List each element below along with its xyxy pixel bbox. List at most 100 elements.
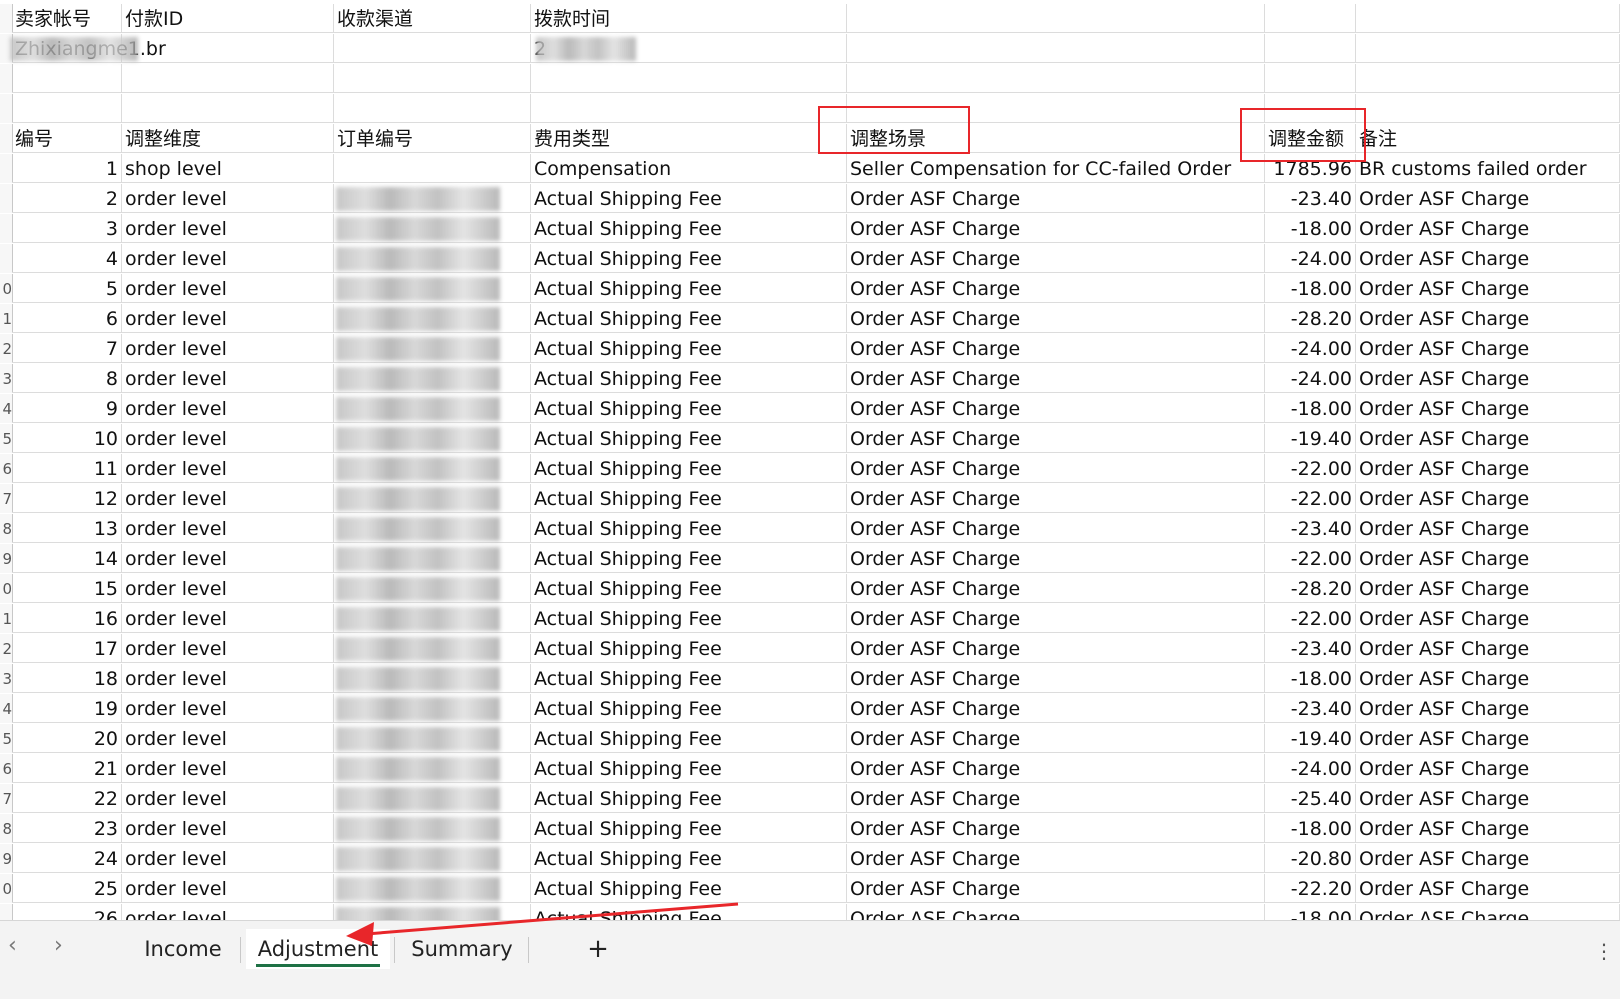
adjust-scene-cell[interactable]: Order ASF Charge — [847, 394, 1265, 423]
col-f-cell[interactable] — [1265, 64, 1356, 93]
row-index-cell[interactable]: 11 — [12, 454, 122, 483]
adjust-amount-cell[interactable]: -22.00 — [1265, 544, 1356, 573]
column-header-col-c[interactable]: 订单编号 — [334, 124, 531, 153]
adjust-scene-cell[interactable]: Order ASF Charge — [847, 844, 1265, 873]
fee-type-cell[interactable]: Actual Shipping Fee — [531, 394, 847, 423]
note-cell[interactable]: Order ASF Charge — [1356, 394, 1620, 423]
adjust-amount-cell[interactable]: -19.40 — [1265, 724, 1356, 753]
note-cell[interactable]: Order ASF Charge — [1356, 604, 1620, 633]
fee-type-cell[interactable]: Actual Shipping Fee — [531, 664, 847, 693]
row-index-cell[interactable]: 9 — [12, 394, 122, 423]
adjust-level-cell[interactable]: order level — [122, 304, 334, 333]
adjust-scene-cell[interactable]: Order ASF Charge — [847, 334, 1265, 363]
add-sheet-button[interactable]: + — [574, 929, 622, 969]
fee-type-cell[interactable]: Actual Shipping Fee — [531, 814, 847, 843]
row-index-cell[interactable]: 2 — [12, 184, 122, 213]
adjust-amount-cell[interactable]: -24.00 — [1265, 334, 1356, 363]
col-c-cell[interactable] — [334, 94, 531, 123]
col-b-cell[interactable] — [122, 94, 334, 123]
tab-adjustment[interactable]: Adjustment — [246, 929, 390, 969]
fee-type-cell[interactable]: Actual Shipping Fee — [531, 514, 847, 543]
row-index-cell[interactable]: 25 — [12, 874, 122, 903]
col-a-cell[interactable] — [12, 94, 122, 123]
fee-type-cell[interactable]: Actual Shipping Fee — [531, 274, 847, 303]
fee-type-cell[interactable]: Actual Shipping Fee — [531, 754, 847, 783]
fee-type-cell[interactable]: Actual Shipping Fee — [531, 304, 847, 333]
note-cell[interactable]: Order ASF Charge — [1356, 694, 1620, 723]
adjust-amount-cell[interactable]: -23.40 — [1265, 184, 1356, 213]
column-header-col-a[interactable]: 编号 — [12, 124, 122, 153]
col-c-cell[interactable] — [334, 34, 531, 63]
row-index-cell[interactable]: 12 — [12, 484, 122, 513]
col-f-cell[interactable] — [1265, 4, 1356, 33]
note-cell[interactable]: Order ASF Charge — [1356, 574, 1620, 603]
fee-type-cell[interactable]: Actual Shipping Fee — [531, 334, 847, 363]
fee-type-cell[interactable]: Actual Shipping Fee — [531, 184, 847, 213]
adjust-scene-cell[interactable]: Order ASF Charge — [847, 244, 1265, 273]
adjust-scene-cell[interactable]: Order ASF Charge — [847, 874, 1265, 903]
fee-type-cell[interactable]: Actual Shipping Fee — [531, 364, 847, 393]
column-header-col-d[interactable]: 费用类型 — [531, 124, 847, 153]
adjust-amount-cell[interactable]: -18.00 — [1265, 394, 1356, 423]
adjust-level-cell[interactable]: order level — [122, 184, 334, 213]
chevron-left-icon[interactable]: ‹ — [8, 933, 17, 958]
col-b-cell[interactable] — [122, 34, 334, 63]
col-d-cell[interactable]: 拨款时间 — [531, 4, 847, 33]
note-cell[interactable]: Order ASF Charge — [1356, 364, 1620, 393]
adjust-scene-cell[interactable]: Order ASF Charge — [847, 364, 1265, 393]
adjust-level-cell[interactable]: shop level — [122, 154, 334, 183]
adjust-level-cell[interactable]: order level — [122, 334, 334, 363]
adjust-level-cell[interactable]: order level — [122, 844, 334, 873]
adjust-amount-cell[interactable]: -19.40 — [1265, 424, 1356, 453]
fee-type-cell[interactable]: Actual Shipping Fee — [531, 244, 847, 273]
col-g-cell[interactable] — [1356, 64, 1620, 93]
col-g-cell[interactable] — [1356, 94, 1620, 123]
row-index-cell[interactable]: 10 — [12, 424, 122, 453]
note-cell[interactable]: Order ASF Charge — [1356, 424, 1620, 453]
adjust-amount-cell[interactable]: -18.00 — [1265, 814, 1356, 843]
adjust-scene-cell[interactable]: Order ASF Charge — [847, 634, 1265, 663]
row-index-cell[interactable]: 7 — [12, 334, 122, 363]
col-a-cell[interactable]: 卖家帐号 — [12, 4, 122, 33]
fee-type-cell[interactable]: Actual Shipping Fee — [531, 694, 847, 723]
adjust-scene-cell[interactable]: Order ASF Charge — [847, 274, 1265, 303]
adjust-level-cell[interactable]: order level — [122, 214, 334, 243]
adjust-scene-cell[interactable]: Order ASF Charge — [847, 454, 1265, 483]
adjust-scene-cell[interactable]: Order ASF Charge — [847, 304, 1265, 333]
fee-type-cell[interactable]: Actual Shipping Fee — [531, 784, 847, 813]
note-cell[interactable]: Order ASF Charge — [1356, 844, 1620, 873]
note-cell[interactable]: Order ASF Charge — [1356, 724, 1620, 753]
adjust-amount-cell[interactable]: -22.00 — [1265, 454, 1356, 483]
row-index-cell[interactable]: 8 — [12, 364, 122, 393]
adjust-level-cell[interactable]: order level — [122, 484, 334, 513]
adjust-amount-cell[interactable]: -22.00 — [1265, 604, 1356, 633]
adjust-level-cell[interactable]: order level — [122, 814, 334, 843]
column-header-col-g[interactable]: 备注 — [1356, 124, 1620, 153]
adjust-amount-cell[interactable]: -24.00 — [1265, 244, 1356, 273]
row-index-cell[interactable]: 20 — [12, 724, 122, 753]
adjust-level-cell[interactable]: order level — [122, 874, 334, 903]
row-index-cell[interactable]: 6 — [12, 304, 122, 333]
chevron-right-icon[interactable]: › — [54, 933, 63, 958]
adjust-level-cell[interactable]: order level — [122, 454, 334, 483]
tab-summary[interactable]: Summary — [400, 929, 524, 969]
row-index-cell[interactable]: 24 — [12, 844, 122, 873]
adjust-amount-cell[interactable]: -24.00 — [1265, 364, 1356, 393]
note-cell[interactable]: Order ASF Charge — [1356, 754, 1620, 783]
col-d-cell[interactable] — [531, 94, 847, 123]
note-cell[interactable]: Order ASF Charge — [1356, 544, 1620, 573]
row-index-cell[interactable]: 22 — [12, 784, 122, 813]
fee-type-cell[interactable]: Actual Shipping Fee — [531, 424, 847, 453]
col-g-cell[interactable] — [1356, 34, 1620, 63]
fee-type-cell[interactable]: Actual Shipping Fee — [531, 544, 847, 573]
row-index-cell[interactable]: 19 — [12, 694, 122, 723]
adjust-scene-cell[interactable]: Order ASF Charge — [847, 424, 1265, 453]
fee-type-cell[interactable]: Actual Shipping Fee — [531, 874, 847, 903]
col-e-cell[interactable] — [847, 64, 1265, 93]
adjust-amount-cell[interactable]: -23.40 — [1265, 634, 1356, 663]
adjust-level-cell[interactable]: order level — [122, 244, 334, 273]
more-options-icon[interactable]: ⋮ — [1594, 939, 1614, 963]
col-e-cell[interactable] — [847, 4, 1265, 33]
adjust-amount-cell[interactable]: -18.00 — [1265, 664, 1356, 693]
adjust-amount-cell[interactable]: -23.40 — [1265, 514, 1356, 543]
